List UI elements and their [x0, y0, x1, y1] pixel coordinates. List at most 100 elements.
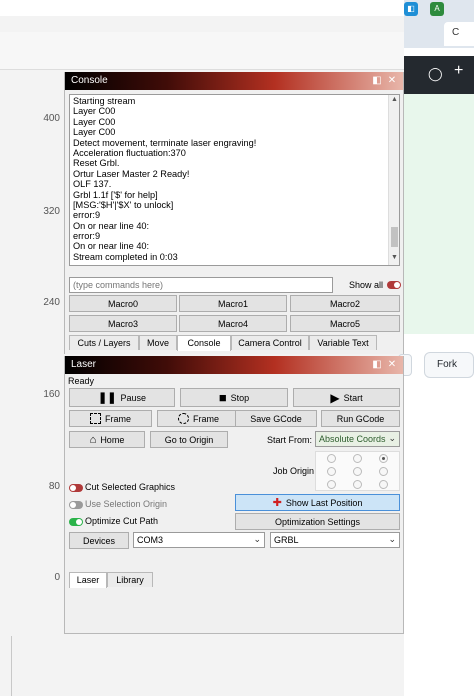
stop-label: Stop	[230, 392, 250, 403]
app-icon[interactable]: A	[430, 2, 444, 16]
pause-button[interactable]: ❚❚ Pause	[69, 388, 175, 407]
start-button[interactable]: ▶ Start	[293, 388, 400, 407]
macro4-button[interactable]: Macro4	[179, 315, 287, 332]
frame-label: Frame	[104, 413, 131, 424]
log-line: Layer C00	[73, 127, 116, 138]
controller-select[interactable]: GRBL ⌄	[270, 532, 400, 548]
frame-button[interactable]: Frame	[69, 410, 152, 427]
tab-console[interactable]: Console	[177, 335, 231, 351]
macro3-button[interactable]: Macro3	[69, 315, 177, 332]
bell-icon[interactable]: ◯	[428, 66, 443, 82]
optimization-settings-button[interactable]: Optimization Settings	[235, 513, 400, 530]
command-input[interactable]	[69, 277, 333, 293]
undock-icon[interactable]: ◧	[371, 75, 383, 87]
devices-button[interactable]: Devices	[69, 532, 129, 549]
extension-icon[interactable]: ◧	[404, 2, 418, 16]
log-line: Grbl 1.1f ['$' for help]	[73, 189, 158, 200]
tab-cuts-layers[interactable]: Cuts / Layers	[69, 335, 139, 350]
origin-radio-middle-left[interactable]	[327, 467, 336, 476]
origin-radio-top-center[interactable]	[353, 454, 362, 463]
macro2-button[interactable]: Macro2	[290, 295, 400, 312]
cut-selected-label: Cut Selected Graphics	[85, 482, 176, 492]
port-value: COM3	[137, 535, 164, 545]
site-header: ◯ +	[404, 56, 474, 94]
tab-variable-text[interactable]: Variable Text	[309, 335, 377, 350]
use-selection-origin-toggle[interactable]	[69, 501, 83, 509]
tab-library[interactable]: Library	[107, 572, 153, 587]
tab-move[interactable]: Move	[139, 335, 177, 350]
log-line: On or near line 40:	[73, 220, 150, 231]
tab-label: Variable Text	[317, 338, 369, 348]
fork-button[interactable]: Fork	[424, 352, 474, 378]
log-line: OLF 137.	[73, 179, 112, 190]
tab-label: Cuts / Layers	[77, 338, 131, 348]
origin-radio-middle-right[interactable]	[379, 467, 388, 476]
run-gcode-button[interactable]: Run GCode	[321, 410, 400, 427]
go-to-origin-button[interactable]: Go to Origin	[150, 431, 228, 448]
scroll-up-icon[interactable]: ▲	[390, 96, 399, 106]
scroll-thumb[interactable]	[391, 227, 398, 247]
log-line: Ortur Laser Master 2 Ready!	[73, 168, 190, 179]
pause-icon: ❚❚	[98, 392, 117, 404]
origin-radio-bottom-center[interactable]	[353, 480, 362, 489]
origin-radio-bottom-left[interactable]	[327, 480, 336, 489]
tab-label: Move	[146, 338, 169, 348]
show-all-toggle[interactable]	[387, 281, 401, 289]
laser-status: Ready	[68, 376, 95, 386]
ruler-label-160: 160	[43, 389, 60, 400]
title-strip	[0, 0, 404, 16]
close-icon[interactable]: ✕	[386, 75, 398, 87]
log-line: Acceleration fluctuation:370	[73, 147, 186, 158]
save-gcode-button[interactable]: Save GCode	[235, 410, 317, 427]
stop-button[interactable]: ■ Stop	[180, 388, 288, 407]
home-button[interactable]: ⌂ Home	[69, 431, 145, 448]
browser-tab[interactable]: C	[444, 22, 474, 46]
console-log[interactable]: Starting stream Layer C00 Layer C00 Laye…	[69, 94, 400, 266]
macro0-button[interactable]: Macro0	[69, 295, 177, 312]
show-last-position-button[interactable]: ✚ Show Last Position	[235, 494, 400, 511]
start-from-select[interactable]: Absolute Coords ⌄	[315, 431, 400, 447]
tab-label: Library	[116, 575, 144, 585]
tab-camera-control[interactable]: Camera Control	[231, 335, 309, 350]
log-line: Reset Grbl.	[73, 158, 120, 169]
port-select[interactable]: COM3 ⌄	[133, 532, 265, 548]
macro5-label: Macro5	[329, 318, 360, 329]
browser-tab-label: C	[452, 27, 460, 38]
console-tabs: Cuts / Layers Move Console Camera Contro…	[69, 335, 400, 351]
frame-round-button[interactable]: Frame	[157, 410, 240, 427]
tab-label: Console	[187, 338, 221, 348]
ruler-label-320: 320	[43, 206, 60, 217]
save-gcode-label: Save GCode	[250, 413, 302, 424]
start-label: Start	[343, 392, 363, 403]
ruler-label-400: 400	[43, 113, 60, 124]
origin-radio-top-right[interactable]	[379, 454, 388, 463]
laser-titlebar[interactable]: Laser ◧ ✕	[65, 356, 403, 374]
frame-round-label: Frame	[192, 413, 219, 424]
macro1-button[interactable]: Macro1	[179, 295, 287, 312]
tab-label: Laser	[76, 575, 100, 585]
origin-radio-center[interactable]	[353, 467, 362, 476]
plus-icon[interactable]: +	[454, 62, 463, 80]
macro5-button[interactable]: Macro5	[290, 315, 400, 332]
optimize-cut-path-toggle[interactable]	[69, 518, 83, 526]
tab-laser[interactable]: Laser	[69, 572, 107, 588]
chevron-down-icon: ⌄	[388, 433, 396, 443]
go-to-origin-label: Go to Origin	[164, 434, 214, 445]
console-titlebar[interactable]: Console ◧ ✕	[65, 72, 403, 90]
ruler-line	[11, 636, 12, 696]
start-from-label: Start From:	[267, 435, 313, 445]
play-icon: ▶	[330, 390, 340, 405]
console-panel: Console ◧ ✕ Starting stream Layer C00 La…	[64, 72, 404, 354]
close-icon[interactable]: ✕	[386, 359, 398, 371]
console-scrollbar[interactable]: ▲ ▼	[388, 95, 399, 265]
start-from-value: Absolute Coords	[319, 434, 386, 444]
frame-square-icon	[89, 413, 101, 424]
cut-selected-toggle[interactable]	[69, 484, 83, 492]
origin-radio-bottom-right[interactable]	[379, 480, 388, 489]
home-icon: ⌂	[89, 433, 97, 446]
origin-radio-top-left[interactable]	[327, 454, 336, 463]
undock-icon[interactable]: ◧	[371, 359, 383, 371]
log-line: error:9	[73, 210, 101, 221]
scroll-down-icon[interactable]: ▼	[390, 254, 399, 264]
show-last-position-label: Show Last Position	[285, 497, 363, 508]
